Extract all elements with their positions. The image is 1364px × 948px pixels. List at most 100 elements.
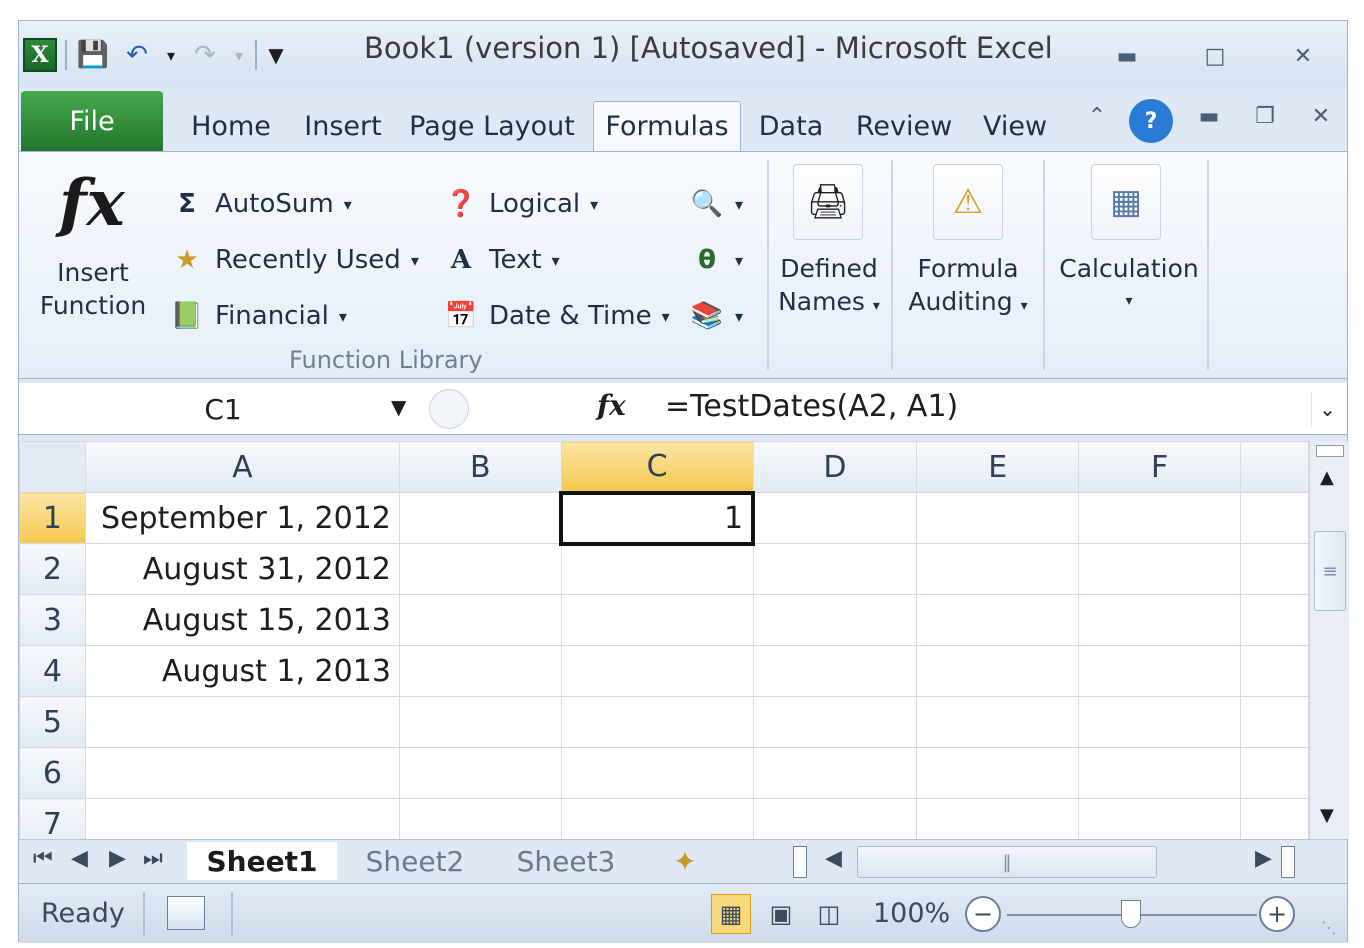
page-break-preview-icon[interactable]: ◫ <box>809 894 849 934</box>
cell-e2[interactable] <box>916 543 1080 595</box>
restore-window-icon[interactable]: □ <box>1195 41 1235 71</box>
insert-function-icon[interactable]: fx <box>59 166 125 241</box>
cell-e7[interactable] <box>916 798 1080 839</box>
insert-function-fx-icon[interactable]: fx <box>597 389 626 422</box>
cell-a1[interactable]: September 1, 2012 <box>84 492 400 544</box>
column-header-b[interactable]: B <box>398 441 562 493</box>
row-header[interactable]: 2 <box>19 543 86 595</box>
formula-auditing-icon[interactable]: ⚠ <box>933 164 1003 240</box>
sheet-tab-sheet3[interactable]: Sheet3 <box>495 842 637 880</box>
cell-d3[interactable] <box>752 594 918 646</box>
cell-b3[interactable] <box>398 594 562 646</box>
row-header[interactable]: 3 <box>19 594 86 646</box>
cell-c3[interactable] <box>560 594 754 646</box>
cell-e1[interactable] <box>916 492 1080 544</box>
row-header[interactable]: 6 <box>19 747 86 799</box>
cell-c7[interactable] <box>560 798 754 839</box>
scroll-up-icon[interactable]: ▲ <box>1320 467 1334 488</box>
recently-used-button[interactable]: ★ Recently Used ▾ <box>169 242 419 278</box>
help-icon[interactable]: ? <box>1129 99 1173 143</box>
normal-view-icon[interactable]: ▦ <box>711 894 751 934</box>
formula-input[interactable]: =TestDates(A2, A1) <box>665 389 958 424</box>
cell-a2[interactable]: August 31, 2012 <box>84 543 400 595</box>
tab-formulas[interactable]: Formulas <box>593 101 741 151</box>
tab-split-icon[interactable] <box>793 846 807 878</box>
cell-e3[interactable] <box>916 594 1080 646</box>
cell-f2[interactable] <box>1078 543 1242 595</box>
column-header-a[interactable]: A <box>84 441 400 493</box>
formula-bar-splitter[interactable] <box>429 389 469 429</box>
cell-f6[interactable] <box>1078 747 1242 799</box>
cell-d4[interactable] <box>752 645 918 697</box>
next-sheet-icon[interactable]: ▶ <box>109 846 126 871</box>
cell-f5[interactable] <box>1078 696 1242 748</box>
column-header-c[interactable]: C <box>560 441 754 493</box>
cell-c4[interactable] <box>560 645 754 697</box>
vertical-scrollbar[interactable]: ▲ ≡ ▼ <box>1309 441 1349 839</box>
date-time-button[interactable]: 📅 Date & Time ▾ <box>443 298 670 334</box>
minimize-workbook-icon[interactable]: ▬ <box>1189 101 1229 131</box>
cell-c6[interactable] <box>560 747 754 799</box>
minimize-window-icon[interactable]: ▬ <box>1107 41 1147 71</box>
cell-g4[interactable] <box>1240 645 1309 697</box>
cell-e6[interactable] <box>916 747 1080 799</box>
cell-d6[interactable] <box>752 747 918 799</box>
cell-g6[interactable] <box>1240 747 1309 799</box>
cell-d2[interactable] <box>752 543 918 595</box>
minimize-ribbon-icon[interactable]: ⌃ <box>1077 101 1117 131</box>
cell-b2[interactable] <box>398 543 562 595</box>
scroll-right-icon[interactable]: ▶ <box>1255 846 1272 871</box>
right-edge-icon[interactable] <box>1281 846 1295 878</box>
resize-grip-icon[interactable]: ⋱ <box>1321 918 1337 937</box>
row-header[interactable]: 7 <box>19 798 86 839</box>
cell-a4[interactable]: August 1, 2013 <box>84 645 400 697</box>
cell-b5[interactable] <box>398 696 562 748</box>
zoom-slider-thumb[interactable] <box>1121 900 1141 928</box>
cell-c5[interactable] <box>560 696 754 748</box>
tab-insert[interactable]: Insert <box>295 101 391 151</box>
zoom-in-icon[interactable]: + <box>1259 896 1295 932</box>
financial-button[interactable]: 📗 Financial ▾ <box>169 298 347 334</box>
cell-b4[interactable] <box>398 645 562 697</box>
defined-names-button[interactable]: Defined Names ▾ <box>769 252 889 323</box>
insert-function-button[interactable]: Insert Function <box>31 256 155 322</box>
cell-b1[interactable] <box>398 492 562 544</box>
row-header[interactable]: 1 <box>19 492 86 544</box>
scroll-left-icon[interactable]: ◀ <box>825 846 842 871</box>
cell-a7[interactable] <box>84 798 400 839</box>
row-header[interactable]: 4 <box>19 645 86 697</box>
zoom-out-icon[interactable]: − <box>965 896 1001 932</box>
restore-workbook-icon[interactable]: ❐ <box>1245 101 1285 131</box>
math-trig-button[interactable]: θ ▾ <box>689 242 743 278</box>
redo-icon[interactable]: ↷ <box>187 37 223 73</box>
sheet-tab-sheet2[interactable]: Sheet2 <box>345 842 485 880</box>
prev-sheet-icon[interactable]: ◀ <box>71 846 88 871</box>
name-box[interactable]: C1 <box>23 387 423 431</box>
cell-a3[interactable]: August 15, 2013 <box>84 594 400 646</box>
calculation-icon[interactable]: ▦ <box>1091 164 1161 240</box>
cell-g7[interactable] <box>1240 798 1309 839</box>
column-header-f[interactable]: F <box>1078 441 1242 493</box>
cell-g3[interactable] <box>1240 594 1309 646</box>
page-layout-view-icon[interactable]: ▣ <box>761 894 801 934</box>
cell-d1[interactable] <box>752 492 918 544</box>
defined-names-icon[interactable]: 🖨 <box>793 164 863 240</box>
logical-button[interactable]: ❓ Logical ▾ <box>443 186 598 222</box>
cell-f3[interactable] <box>1078 594 1242 646</box>
column-header-g[interactable] <box>1240 441 1309 493</box>
cell-d5[interactable] <box>752 696 918 748</box>
scroll-down-icon[interactable]: ▼ <box>1320 805 1334 826</box>
cell-c2[interactable] <box>560 543 754 595</box>
cell-g5[interactable] <box>1240 696 1309 748</box>
cell-f4[interactable] <box>1078 645 1242 697</box>
cell-g2[interactable] <box>1240 543 1309 595</box>
tab-view[interactable]: View <box>977 101 1053 151</box>
row-header[interactable]: 5 <box>19 696 86 748</box>
expand-formula-bar-icon[interactable]: ⌄ <box>1311 391 1343 427</box>
tab-page-layout[interactable]: Page Layout <box>407 101 577 151</box>
cell-g1[interactable] <box>1240 492 1309 544</box>
name-box-dropdown-icon[interactable]: ▼ <box>391 395 406 419</box>
cell-f7[interactable] <box>1078 798 1242 839</box>
formula-auditing-button[interactable]: Formula Auditing ▾ <box>897 252 1039 323</box>
zoom-level[interactable]: 100% <box>873 898 950 929</box>
